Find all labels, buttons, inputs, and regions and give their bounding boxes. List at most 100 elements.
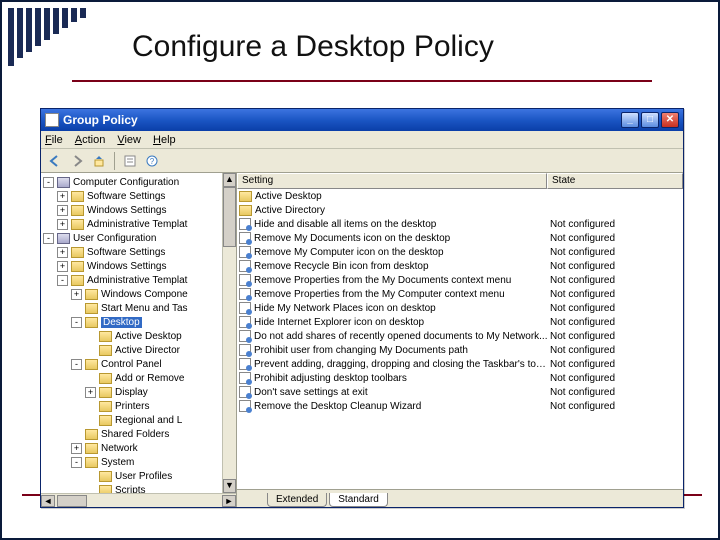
folder-icon (85, 359, 98, 370)
expand-icon[interactable]: + (57, 219, 68, 230)
expand-icon[interactable]: + (85, 387, 96, 398)
vscroll-thumb[interactable] (223, 187, 236, 247)
expand-icon[interactable] (85, 373, 96, 384)
minimize-button[interactable]: _ (621, 112, 639, 128)
column-state[interactable]: State (547, 173, 683, 189)
expand-icon[interactable]: + (71, 289, 82, 300)
folder-icon (71, 205, 84, 216)
setting-label: Active Directory (255, 205, 551, 216)
expand-icon[interactable]: + (57, 205, 68, 216)
close-button[interactable]: ✕ (661, 112, 679, 128)
tree-item[interactable]: Active Director (41, 343, 222, 357)
tree-item[interactable]: User Profiles (41, 469, 222, 483)
list-item[interactable]: Prohibit user from changing My Documents… (237, 343, 683, 357)
settings-list[interactable]: Active Desktop Active Directory Hide and d… (237, 189, 683, 489)
up-button[interactable] (89, 151, 109, 171)
forward-button[interactable] (67, 151, 87, 171)
tree-item[interactable]: Add or Remove (41, 371, 222, 385)
expand-icon[interactable]: - (71, 359, 82, 370)
setting-icon (239, 358, 251, 370)
expand-icon[interactable]: - (43, 177, 54, 188)
expand-icon[interactable] (85, 485, 96, 494)
tree-item[interactable]: +Administrative Templat (41, 217, 222, 231)
tree-vscrollbar[interactable]: ▲ ▼ (222, 173, 236, 493)
expand-icon[interactable] (85, 471, 96, 482)
list-item[interactable]: Do not add shares of recently opened doc… (237, 329, 683, 343)
expand-icon[interactable]: + (57, 247, 68, 258)
list-item[interactable]: Remove My Documents icon on the desktopN… (237, 231, 683, 245)
expand-icon[interactable]: + (57, 261, 68, 272)
policy-tree[interactable]: -Computer Configuration+Software Setting… (41, 173, 222, 493)
tab-standard[interactable]: Standard (329, 493, 388, 507)
tree-item[interactable]: +Windows Compone (41, 287, 222, 301)
scroll-right-icon[interactable]: ► (222, 495, 236, 507)
tree-item[interactable]: -System (41, 455, 222, 469)
tree-item[interactable]: +Network (41, 441, 222, 455)
tree-item[interactable]: - Control Panel (41, 357, 222, 371)
tree-item[interactable]: +Display (41, 385, 222, 399)
titlebar[interactable]: Group Policy _ □ ✕ (41, 109, 683, 131)
tree-item[interactable]: Scripts (41, 483, 222, 493)
menu-view[interactable]: View (117, 134, 141, 146)
state-label: Not configured (550, 317, 683, 328)
scroll-left-icon[interactable]: ◄ (41, 495, 55, 507)
list-item[interactable]: Active Desktop (237, 189, 683, 203)
list-item[interactable]: Prohibit adjusting desktop toolbarsNot c… (237, 371, 683, 385)
tree-item-label: Control Panel (101, 359, 162, 370)
setting-label: Hide and disable all items on the deskto… (254, 219, 550, 230)
tree-item[interactable]: +Software Settings (41, 245, 222, 259)
tree-hscrollbar[interactable]: ◄ ► (41, 493, 236, 507)
expand-icon[interactable] (85, 345, 96, 356)
list-item[interactable]: Hide Internet Explorer icon on desktopNo… (237, 315, 683, 329)
expand-icon[interactable]: + (57, 191, 68, 202)
list-item[interactable]: Remove the Desktop Cleanup WizardNot con… (237, 399, 683, 413)
tree-item[interactable]: +Windows Settings (41, 203, 222, 217)
back-button[interactable] (45, 151, 65, 171)
list-item[interactable]: Hide My Network Places icon on desktopNo… (237, 301, 683, 315)
expand-icon[interactable]: - (71, 457, 82, 468)
list-item[interactable]: Remove Properties from the My Documents … (237, 273, 683, 287)
machine-icon (57, 233, 70, 244)
tree-item[interactable]: -User Configuration (41, 231, 222, 245)
folder-icon (99, 373, 112, 384)
folder-icon (71, 275, 84, 286)
expand-icon[interactable] (85, 401, 96, 412)
tree-item[interactable]: +Windows Settings (41, 259, 222, 273)
column-setting[interactable]: Setting (237, 173, 547, 189)
tree-item[interactable]: Regional and L (41, 413, 222, 427)
list-item[interactable]: Prevent adding, dragging, dropping and c… (237, 357, 683, 371)
expand-icon[interactable] (85, 415, 96, 426)
list-item[interactable]: Active Directory (237, 203, 683, 217)
scroll-down-icon[interactable]: ▼ (223, 479, 236, 493)
menu-file[interactable]: File (45, 134, 63, 146)
maximize-button[interactable]: □ (641, 112, 659, 128)
list-item[interactable]: Hide and disable all items on the deskto… (237, 217, 683, 231)
tree-item[interactable]: Printers (41, 399, 222, 413)
scroll-up-icon[interactable]: ▲ (223, 173, 236, 187)
tree-item[interactable]: Start Menu and Tas (41, 301, 222, 315)
help-button[interactable]: ? (142, 151, 162, 171)
hscroll-thumb[interactable] (57, 495, 87, 507)
expand-icon[interactable]: + (71, 443, 82, 454)
properties-button[interactable] (120, 151, 140, 171)
list-item[interactable]: Remove Recycle Bin icon from desktopNot … (237, 259, 683, 273)
tree-item[interactable]: Shared Folders (41, 427, 222, 441)
menu-help[interactable]: Help (153, 134, 176, 146)
menu-action[interactable]: Action (75, 134, 106, 146)
expand-icon[interactable]: - (43, 233, 54, 244)
tree-item[interactable]: -Desktop (41, 315, 222, 329)
tree-item[interactable]: Active Desktop (41, 329, 222, 343)
list-item[interactable]: Remove Properties from the My Computer c… (237, 287, 683, 301)
expand-icon[interactable] (85, 331, 96, 342)
expand-icon[interactable]: - (71, 317, 82, 328)
expand-icon[interactable] (71, 303, 82, 314)
list-item[interactable]: Remove My Computer icon on the desktopNo… (237, 245, 683, 259)
expand-icon[interactable] (71, 429, 82, 440)
app-icon (45, 113, 59, 127)
tree-item[interactable]: +Software Settings (41, 189, 222, 203)
tab-extended[interactable]: Extended (267, 493, 327, 507)
expand-icon[interactable]: - (57, 275, 68, 286)
list-item[interactable]: Don't save settings at exitNot configure… (237, 385, 683, 399)
tree-item[interactable]: -Computer Configuration (41, 175, 222, 189)
tree-item[interactable]: -Administrative Templat (41, 273, 222, 287)
